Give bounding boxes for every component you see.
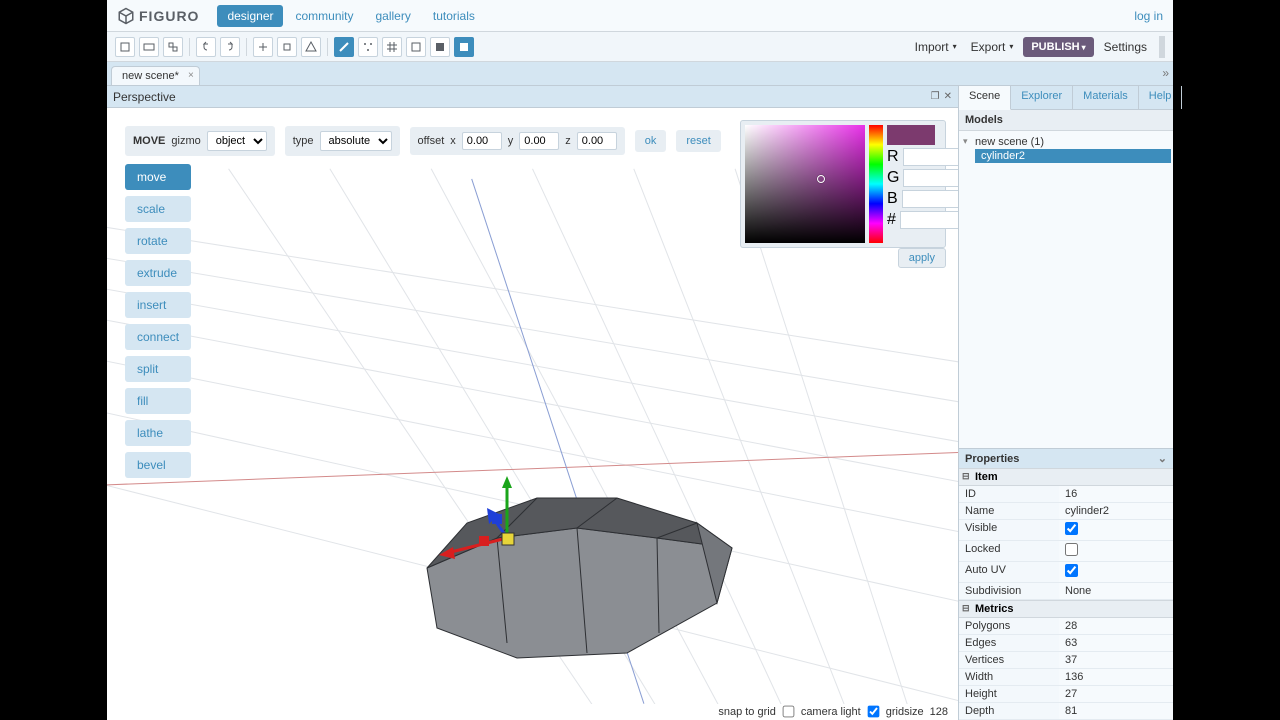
- reset-button[interactable]: reset: [676, 130, 720, 152]
- tool-split[interactable]: split: [125, 356, 191, 382]
- hue-slider[interactable]: [869, 125, 883, 243]
- prop-row: Edges63: [959, 635, 1173, 652]
- color-picker: R G B #: [740, 120, 946, 248]
- undo-icon[interactable]: [196, 37, 216, 57]
- collapse-icon[interactable]: ⌄: [1158, 452, 1167, 465]
- prop-row: Namecylinder2: [959, 503, 1173, 520]
- tool-rotate[interactable]: rotate: [125, 228, 191, 254]
- panel-tab-materials[interactable]: Materials: [1073, 86, 1139, 109]
- logo: FIGURO: [117, 7, 199, 25]
- tool-extrude[interactable]: extrude: [125, 260, 191, 286]
- panel-tab-help[interactable]: Help: [1139, 86, 1183, 109]
- tool-connect[interactable]: connect: [125, 324, 191, 350]
- section-item[interactable]: Item: [959, 468, 1173, 486]
- scene-tree: new scene (1) cylinder2: [959, 131, 1173, 448]
- ok-button[interactable]: ok: [635, 130, 667, 152]
- doc-tabs: new scene* × »: [107, 62, 1173, 86]
- close-icon[interactable]: ✕: [944, 91, 952, 102]
- tree-root[interactable]: new scene (1): [961, 135, 1171, 149]
- prop-checkbox[interactable]: [1065, 543, 1078, 556]
- publish-button[interactable]: PUBLISH: [1023, 37, 1093, 57]
- panel-tabs: SceneExplorerMaterialsHelp: [959, 86, 1173, 110]
- doc-tab[interactable]: new scene* ×: [111, 66, 200, 85]
- vertex-mode-icon[interactable]: [358, 37, 378, 57]
- camlight-checkbox[interactable]: [867, 706, 879, 718]
- prop-row: Height27: [959, 686, 1173, 703]
- g-input[interactable]: [903, 169, 958, 187]
- grid-icon[interactable]: [382, 37, 402, 57]
- cube-icon: [117, 7, 135, 25]
- models-title: Models: [959, 110, 1173, 131]
- nav-gallery[interactable]: gallery: [366, 5, 421, 27]
- redo-icon[interactable]: [220, 37, 240, 57]
- offset-z-input[interactable]: [577, 132, 617, 150]
- prop-checkbox[interactable]: [1065, 522, 1078, 535]
- export-menu[interactable]: Export: [967, 37, 1018, 57]
- viewport[interactable]: MOVE gizmo object type absolute offset x…: [107, 108, 958, 720]
- panel-tab-scene[interactable]: Scene: [959, 86, 1011, 110]
- prop-row: Locked: [959, 541, 1173, 562]
- param-title: MOVE: [133, 135, 165, 147]
- offset-x-input[interactable]: [462, 132, 502, 150]
- prop-row: Depth81: [959, 703, 1173, 720]
- wireframe-icon[interactable]: [406, 37, 426, 57]
- prop-row: Width136: [959, 669, 1173, 686]
- color-swatch: [887, 125, 935, 145]
- tree-item[interactable]: cylinder2: [975, 149, 1171, 163]
- right-panel: SceneExplorerMaterialsHelp Models new sc…: [959, 86, 1173, 720]
- viewport-title: Perspective: [113, 90, 176, 104]
- prop-row: Auto UV: [959, 562, 1173, 583]
- offset-y-input[interactable]: [519, 132, 559, 150]
- close-icon[interactable]: ×: [188, 70, 194, 81]
- tool-icon-1[interactable]: [115, 37, 135, 57]
- nav-tutorials[interactable]: tutorials: [423, 5, 485, 27]
- toolbar: Import Export PUBLISH Settings: [107, 32, 1173, 62]
- prop-row: Visible: [959, 520, 1173, 541]
- prop-row: Vertices37: [959, 652, 1173, 669]
- prop-row: Polygons28: [959, 618, 1173, 635]
- tool-list: move scale rotate extrude insert connect split…: [125, 164, 191, 478]
- tool-icon-6[interactable]: [301, 37, 321, 57]
- tool-lathe[interactable]: lathe: [125, 420, 191, 446]
- panel-tab-explorer[interactable]: Explorer: [1011, 86, 1073, 109]
- prop-row: SubdivisionNone: [959, 583, 1173, 600]
- type-select[interactable]: absolute: [320, 131, 392, 151]
- gizmo-select[interactable]: object: [207, 131, 267, 151]
- tool-move[interactable]: move: [125, 164, 191, 190]
- section-metrics[interactable]: Metrics: [959, 600, 1173, 618]
- topbar: FIGURO designercommunitygallerytutorials…: [107, 0, 1173, 32]
- tool-icon-4[interactable]: [253, 37, 273, 57]
- viewport-title-bar: Perspective ❐ ✕: [107, 86, 958, 108]
- apply-button[interactable]: apply: [898, 248, 946, 268]
- shaded-icon[interactable]: [454, 37, 474, 57]
- tool-icon-2[interactable]: [139, 37, 159, 57]
- tool-scale[interactable]: scale: [125, 196, 191, 222]
- r-input[interactable]: [903, 148, 958, 166]
- settings-link[interactable]: Settings: [1100, 37, 1151, 57]
- import-menu[interactable]: Import: [911, 37, 961, 57]
- hex-input[interactable]: [900, 211, 958, 229]
- status-bar: snap to grid camera light gridsize128: [718, 705, 948, 718]
- b-input[interactable]: [902, 190, 958, 208]
- prop-checkbox[interactable]: [1065, 564, 1078, 577]
- login-link[interactable]: log in: [1134, 9, 1163, 23]
- tool-icon-3[interactable]: [163, 37, 183, 57]
- prop-row: ID16: [959, 486, 1173, 503]
- properties-header: Properties⌄: [959, 449, 1173, 468]
- nav-community[interactable]: community: [285, 5, 363, 27]
- mesh-object[interactable]: [397, 428, 757, 688]
- collapse-icon[interactable]: »: [1162, 66, 1169, 80]
- snap-checkbox[interactable]: [782, 706, 794, 718]
- tool-insert[interactable]: insert: [125, 292, 191, 318]
- toolbar-scroll[interactable]: [1159, 36, 1165, 58]
- restore-icon[interactable]: ❐: [931, 91, 940, 102]
- tool-fill[interactable]: fill: [125, 388, 191, 414]
- edge-mode-icon[interactable]: [334, 37, 354, 57]
- tool-icon-5[interactable]: [277, 37, 297, 57]
- nav-designer[interactable]: designer: [217, 5, 283, 27]
- main-nav: designercommunitygallerytutorials: [217, 5, 484, 27]
- solid-icon[interactable]: [430, 37, 450, 57]
- tool-bevel[interactable]: bevel: [125, 452, 191, 478]
- sv-picker[interactable]: [745, 125, 865, 243]
